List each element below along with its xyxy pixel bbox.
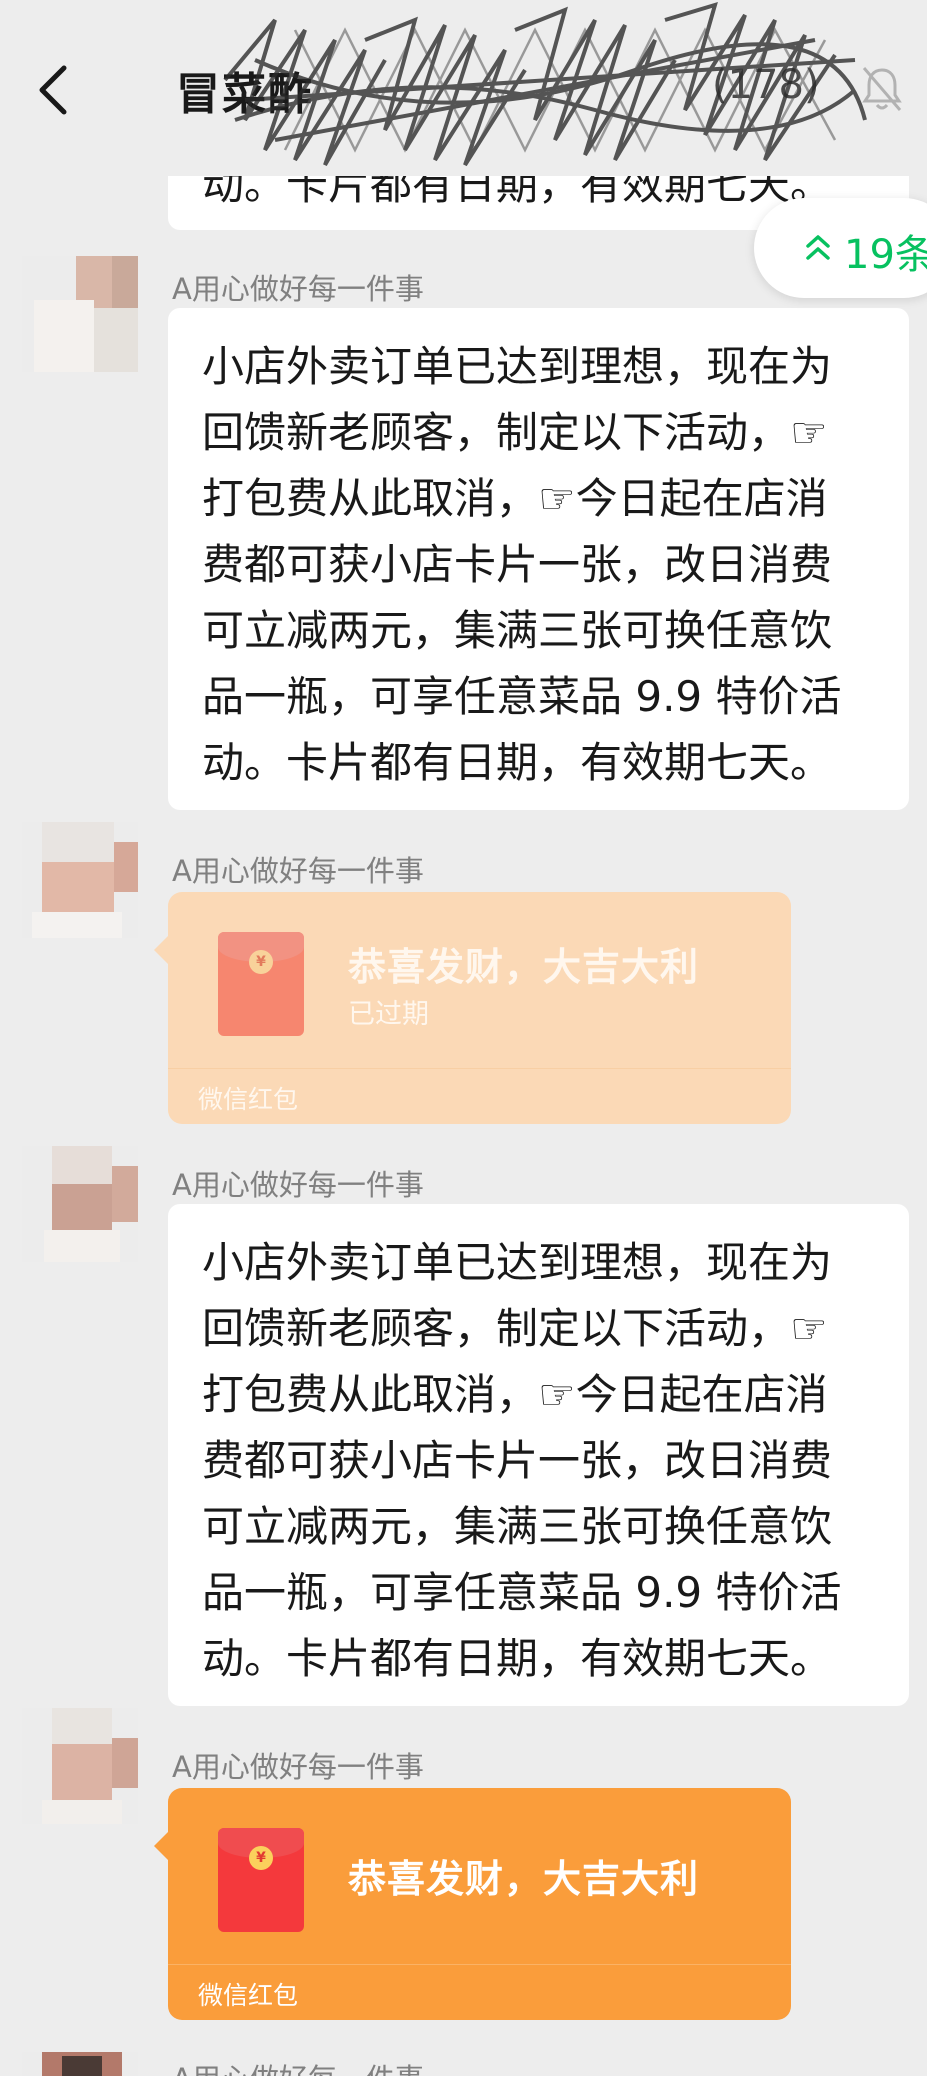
sender-name: A用心做好每一件事 (172, 1750, 424, 1784)
yuan-coin-icon: ¥ (249, 950, 273, 974)
avatar[interactable] (22, 256, 138, 372)
sender-name: A用心做好每一件事 (172, 854, 424, 888)
sender-name: A用心做好每一件事 (172, 1168, 424, 1202)
red-packet[interactable]: ¥ 恭喜发财，大吉大利 微信红包 (154, 1788, 791, 2020)
redaction-scribble (223, 2, 867, 167)
message-text: 小店外卖订单已达到理想，现在为 回馈新老顾客，制定以下活动，☞ 打包费从此取消，… (202, 1238, 842, 1683)
sender-name: A用心做好每一件事 (172, 272, 424, 306)
back-button[interactable] (30, 60, 80, 120)
red-envelope-icon: ¥ (218, 932, 304, 1036)
double-chevron-up-icon (806, 235, 830, 260)
message-text: 小店外卖订单已达到理想，现在为 回馈新老顾客，制定以下活动，☞ 打包费从此取消，… (202, 342, 842, 787)
red-envelope-icon: ¥ (218, 1828, 304, 1932)
yuan-coin-icon: ¥ (249, 1846, 273, 1870)
avatar[interactable] (22, 822, 138, 938)
sender-name: A用心做好每一件事 (172, 2056, 424, 2076)
message-bubble[interactable]: 小店外卖订单已达到理想，现在为 回馈新老顾客，制定以下活动，☞ 打包费从此取消，… (168, 308, 909, 810)
divider (168, 1964, 791, 1965)
avatar[interactable] (22, 1708, 138, 1824)
unread-count: 19条 (844, 232, 927, 278)
red-packet-footer: 微信红包 (198, 1981, 299, 2010)
red-packet-title: 恭喜发财，大吉大利 (348, 945, 700, 989)
bubble-tail (154, 936, 168, 964)
message-bubble[interactable]: 小店外卖订单已达到理想，现在为 回馈新老顾客，制定以下活动，☞ 打包费从此取消，… (168, 1204, 909, 1706)
bubble-tail (154, 1832, 168, 1860)
avatar[interactable] (22, 1146, 138, 1262)
unread-messages-button[interactable]: 19条 (754, 198, 927, 298)
chat-screen: 动。卡片都有日期，有效期七天。 冒菜酢 (178) 19条 A用心做好每一件事 … (0, 0, 927, 2076)
red-packet-title: 恭喜发财，大吉大利 (348, 1857, 700, 1901)
avatar[interactable] (22, 2052, 138, 2076)
divider (168, 1068, 791, 1069)
back-chevron-icon (39, 65, 67, 115)
red-packet-status: 已过期 (348, 999, 429, 1030)
red-packet-expired[interactable]: ¥ 恭喜发财，大吉大利 已过期 微信红包 (154, 892, 791, 1124)
red-packet-footer: 微信红包 (198, 1085, 299, 1114)
